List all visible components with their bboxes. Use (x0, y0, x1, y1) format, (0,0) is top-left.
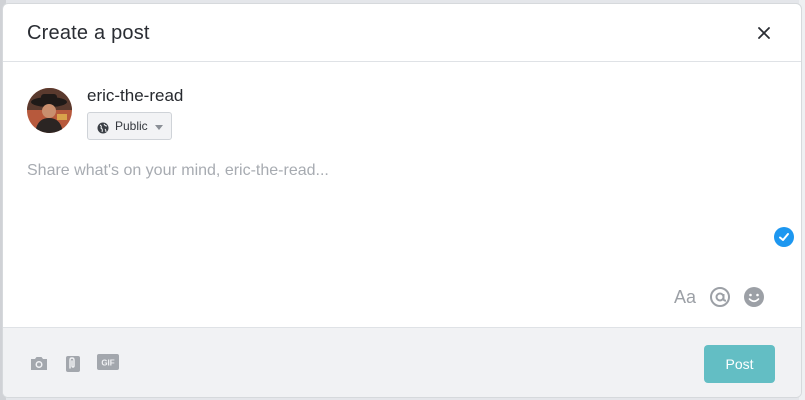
dialog-footer: GIF Post (3, 327, 801, 397)
privacy-label: Public (115, 119, 148, 133)
close-icon[interactable] (755, 24, 773, 42)
at-icon[interactable] (709, 286, 731, 308)
chevron-down-icon (155, 125, 163, 130)
privacy-dropdown[interactable]: Public (87, 112, 172, 140)
globe-icon (97, 121, 109, 134)
post-composer-input[interactable] (27, 162, 767, 312)
gif-icon[interactable]: GIF (97, 354, 119, 375)
camera-icon[interactable] (29, 354, 49, 377)
checkmark-icon[interactable] (774, 227, 794, 247)
dialog-title: Create a post (27, 22, 150, 44)
gif-label: GIF (101, 359, 114, 368)
create-post-dialog: Create a post eric-the-read Public Share… (2, 3, 802, 398)
author-username: eric-the-read (87, 86, 184, 105)
post-button[interactable]: Post (704, 345, 775, 383)
dialog-header: Create a post (3, 4, 801, 62)
text-format-button[interactable]: Aa (674, 287, 696, 308)
attachment-icon[interactable] (63, 354, 83, 379)
avatar[interactable] (27, 88, 72, 133)
emoji-icon[interactable] (743, 286, 765, 308)
